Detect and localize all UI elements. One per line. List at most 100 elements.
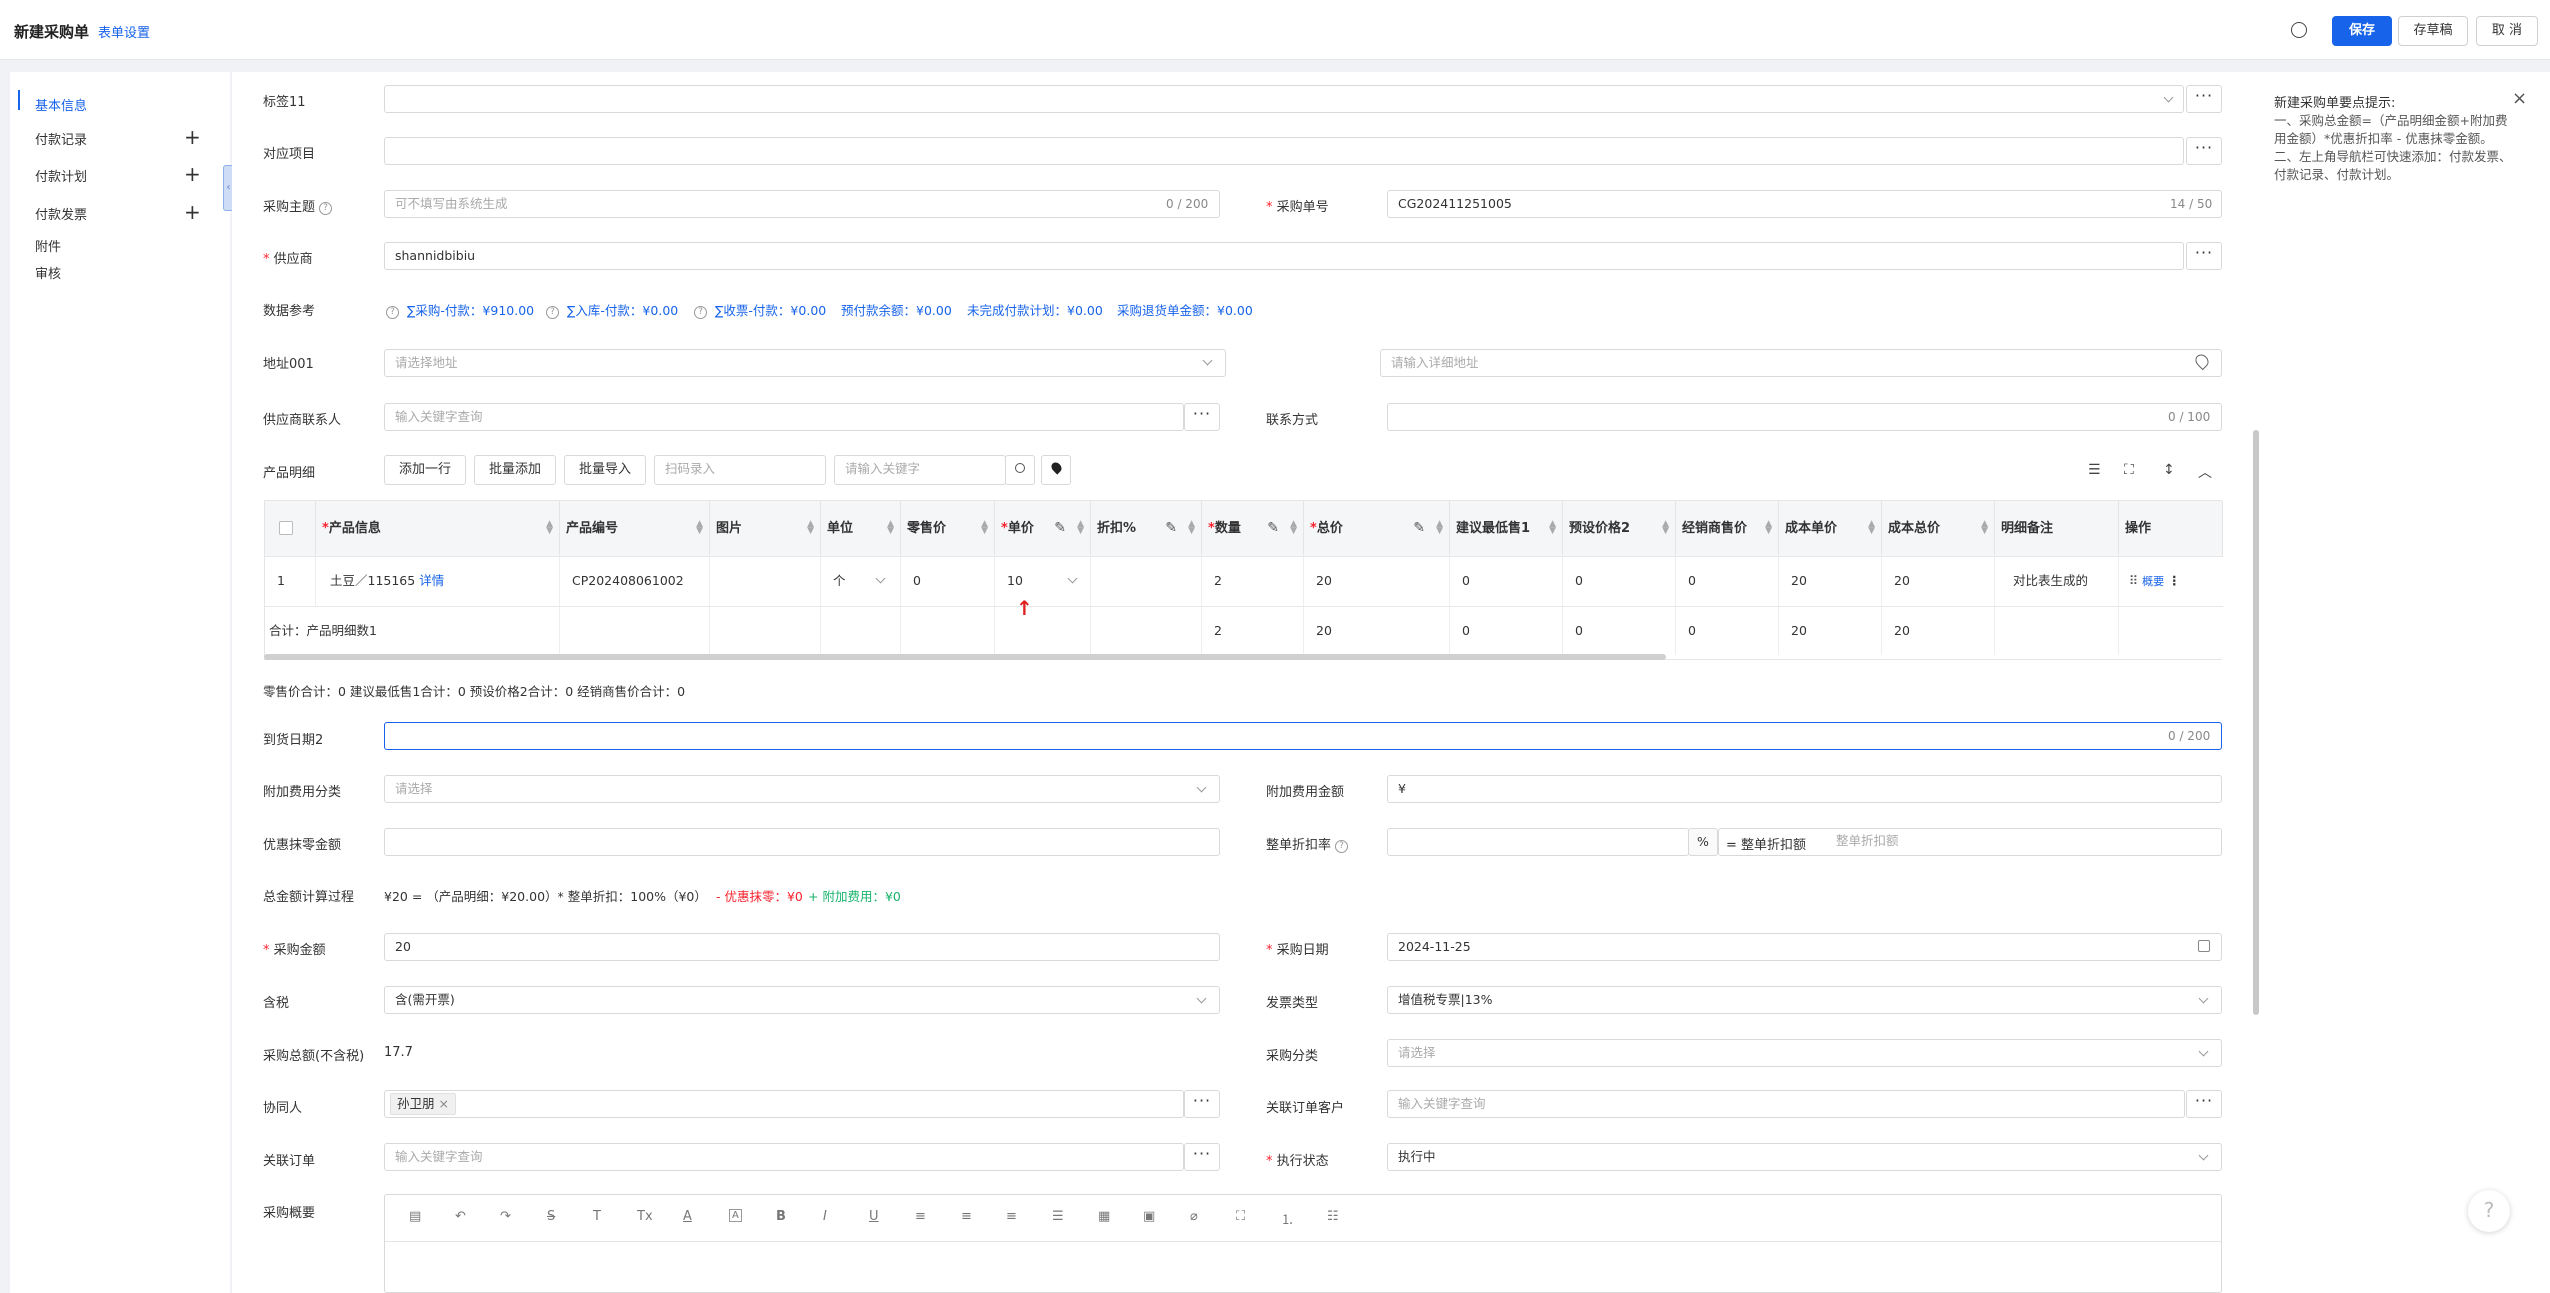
preset-price-2-cell[interactable]: 0 [1563,556,1676,606]
bullet-list-icon[interactable]: ☷ [1327,1209,1339,1224]
discount-cell[interactable] [1091,556,1202,606]
discount-rate-input[interactable] [1387,828,1689,856]
ref-unfinished-plan[interactable]: 未完成付款计划：¥0.00 [967,300,1103,319]
ref-purchase-payment[interactable]: ? ∑采购-付款：¥910.00 [386,300,534,319]
subject-input[interactable]: 可不填写由系统生成 [384,190,1220,218]
col-preset-price-2[interactable]: 预设价格2 ▲ ▼ [1563,501,1676,556]
project-more-button[interactable]: ··· [2186,137,2222,165]
tag11-select[interactable] [384,85,2184,113]
edit-pencil-icon[interactable]: ✎ [1165,501,1177,556]
cost-total-cell[interactable]: 20 [1882,556,1995,606]
unit-price-select[interactable]: 10 [995,556,1091,606]
more-vertical-icon[interactable]: ⋮ [2168,573,2181,588]
font-color-icon[interactable]: A [683,1209,692,1224]
ref-invoice-payment[interactable]: ? ∑收票-付款：¥0.00 [694,300,826,319]
col-unit[interactable]: 单位 ▲ ▼ [821,501,901,556]
ordered-list-icon[interactable]: ⒈ [1281,1209,1294,1228]
linked-order-more-button[interactable]: ··· [1184,1143,1220,1171]
remark-cell[interactable]: 对比表生成的 [1995,556,2119,606]
nav-item-review[interactable]: 审核 [35,263,61,282]
nav-item-payment-records[interactable]: 付款记录 [35,129,87,148]
batch-add-button[interactable]: 批量添加 [474,455,556,485]
col-min-price-1[interactable]: 建议最低售1 ▲ ▼ [1450,501,1563,556]
scan-input[interactable]: 扫码录入 [654,455,826,485]
help-question-icon[interactable]: ? [2468,1190,2510,1232]
nav-item-attachments[interactable]: 附件 [35,236,61,255]
invoice-type-select[interactable]: 增值税专票|13% [1387,986,2222,1014]
total-price-cell[interactable]: 20 [1304,556,1450,606]
discount-round-input[interactable] [384,828,1220,856]
col-unit-price[interactable]: *单价 ✎ ▲ ▼ [995,501,1091,556]
italic-icon[interactable]: I [823,1209,827,1224]
add-row-button[interactable]: 添加一行 [384,455,466,485]
col-dealer-price[interactable]: 经销商售价 ▲ ▼ [1676,501,1779,556]
table-icon[interactable]: ▦ [1098,1209,1110,1224]
attachment-icon[interactable]: ⌀ [1190,1209,1198,1224]
address-select[interactable]: 请选择地址 [384,349,1226,377]
drag-handle-icon[interactable]: ⠿ [2129,573,2138,588]
project-input[interactable] [384,137,2184,165]
retail-price-cell[interactable]: 0 [901,556,995,606]
ref-return-amount[interactable]: 采购退货单金额：¥0.00 [1117,300,1253,319]
dealer-price-cell[interactable]: 0 [1676,556,1779,606]
summary-rich-text-editor[interactable]: ▤ ↶ ↷ S̶ T Tx A A B I U ≡ ≡ ≡ ☰ ▦ ▣ ⌀ ⛶ … [384,1194,2222,1293]
product-detail-link[interactable]: 详情 [419,573,444,588]
arrival-date-input[interactable] [384,722,2222,750]
unit-select[interactable]: 个 [821,556,901,606]
ref-inbound-payment[interactable]: ? ∑入库-付款：¥0.00 [546,300,678,319]
nav-item-payment-plan[interactable]: 付款计划 [35,166,87,185]
collaborator-input[interactable] [384,1090,1184,1118]
fullscreen-icon[interactable]: ⛶ [1236,1209,1245,1224]
ref-prepayment-balance[interactable]: 预付款余额：¥0.00 [841,300,952,319]
image-icon[interactable]: ▣ [1143,1209,1155,1224]
cost-unit-price-cell[interactable]: 20 [1779,556,1882,606]
fullscreen-icon[interactable]: ⛶ [2124,462,2134,478]
align-left-icon[interactable]: ≡ [915,1209,926,1224]
bold-icon[interactable]: B [776,1209,786,1224]
amount-input[interactable]: 20 [384,933,1220,961]
extra-fee-amount-input[interactable]: ¥ [1387,775,2222,803]
remove-tag-close-icon[interactable]: × [439,1096,449,1111]
col-retail-price[interactable]: 零售价 ▲ ▼ [901,501,995,556]
col-discount[interactable]: 折扣% ✎ ▲ ▼ [1091,501,1202,556]
font-size-icon[interactable]: T [593,1209,601,1224]
locate-button[interactable] [1041,455,1071,485]
tag11-more-button[interactable]: ··· [2186,85,2222,113]
clear-format-icon[interactable]: Tx [637,1209,653,1224]
history-clock-icon[interactable] [2291,22,2307,38]
align-center-icon[interactable]: ≡ [961,1209,972,1224]
image-cell[interactable] [710,556,821,606]
supplier-input[interactable]: shannidbibiu [384,242,2184,270]
add-payment-record-plus-icon[interactable]: + [184,127,201,147]
edit-pencil-icon[interactable]: ✎ [1267,501,1279,556]
close-tips-icon[interactable]: × [2512,88,2527,109]
underline-icon[interactable]: U [869,1209,879,1224]
col-cost-unit-price[interactable]: 成本单价 ▲ ▼ [1779,501,1882,556]
contact-method-input[interactable] [1387,403,2222,431]
nav-item-basic-info[interactable]: 基本信息 [35,95,87,114]
min-price-1-cell[interactable]: 0 [1450,556,1563,606]
supplier-contact-more-button[interactable]: ··· [1184,403,1220,431]
search-button[interactable] [1005,455,1035,485]
collaborator-more-button[interactable]: ··· [1184,1090,1220,1118]
collapse-up-icon[interactable]: ︿ [2198,462,2212,482]
vertical-scrollbar[interactable] [2253,430,2259,1015]
product-info-cell[interactable]: 土豆／115165 详情 [316,556,560,606]
cancel-button[interactable]: 取 消 [2476,16,2538,46]
linked-customer-more-button[interactable]: ··· [2186,1090,2222,1118]
calendar-icon[interactable] [2198,940,2210,952]
purchase-date-input[interactable]: 2024-11-25 [1387,933,2222,961]
col-remark[interactable]: 明细备注 [1995,501,2119,556]
supplier-more-button[interactable]: ··· [2186,242,2222,270]
expand-height-icon[interactable]: ↕ [2163,462,2175,478]
col-image[interactable]: 图片 ▲ ▼ [710,501,821,556]
nav-item-payment-invoice[interactable]: 付款发票 [35,204,87,223]
category-select[interactable]: 请选择 [1387,1039,2222,1067]
add-payment-plan-plus-icon[interactable]: + [184,164,201,184]
summary-link[interactable]: 概要 [2142,575,2164,588]
col-cost-total[interactable]: 成本总价 ▲ ▼ [1882,501,1995,556]
tax-select[interactable]: 含(需开票) [384,986,1220,1014]
quantity-cell[interactable]: 2 [1202,556,1304,606]
save-button[interactable]: 保存 [2332,16,2392,46]
address-detail-input[interactable]: 请输入详细地址 [1380,349,2222,377]
